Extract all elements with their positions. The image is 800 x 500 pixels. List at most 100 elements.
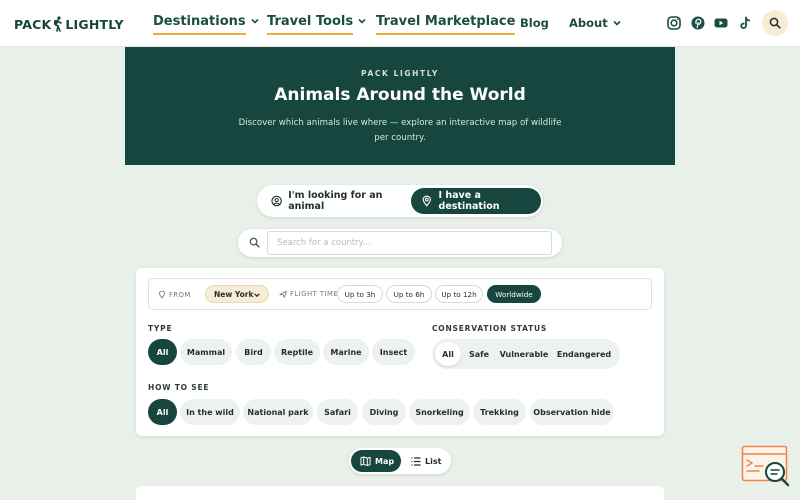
- pinterest-icon[interactable]: [690, 15, 706, 31]
- flight-time-chip-label: Up to 3h: [344, 289, 376, 299]
- mode-animal-label: I'm looking for an animal: [288, 190, 383, 212]
- chevron-down-icon: [251, 18, 259, 24]
- how-chip[interactable]: In the wild: [180, 399, 240, 425]
- type-chip-label: Bird: [244, 347, 263, 357]
- nav-travel-tools-label: Travel Tools: [267, 14, 354, 35]
- flight-time-chip-label: Worldwide: [495, 289, 533, 299]
- conservation-option-label: Vulnerable: [499, 349, 549, 359]
- how-chip[interactable]: Snorkeling: [409, 399, 470, 425]
- nav-about[interactable]: About: [569, 16, 622, 38]
- conservation-option[interactable]: Endangered: [553, 342, 615, 366]
- instagram-icon[interactable]: [666, 15, 682, 31]
- how-chip-label: Observation hide: [533, 407, 611, 417]
- mode-destination-label: I have a destination: [438, 190, 500, 212]
- how-chip-selected[interactable]: All: [148, 399, 177, 425]
- country-search-bar: [238, 229, 562, 257]
- from-city-value: New York: [214, 289, 254, 299]
- flight-time-chip-label: Up to 6h: [393, 289, 425, 299]
- nav-blog[interactable]: Blog: [520, 16, 549, 38]
- location-pin-icon: [159, 290, 165, 299]
- type-chip[interactable]: Marine: [323, 339, 369, 365]
- how-chip-label: In the wild: [186, 407, 234, 417]
- how-chip-label: Trekking: [480, 407, 519, 417]
- chevron-down-icon: [613, 20, 621, 26]
- map-view-button[interactable]: Map: [351, 450, 401, 472]
- nav-about-label: About: [569, 16, 608, 30]
- search-assistant-widget-icon[interactable]: [741, 445, 791, 489]
- flight-time-label: FLIGHT TIME: [279, 290, 338, 298]
- flight-time-chip-label: Up to 12h: [441, 289, 477, 299]
- nav-destinations-label: Destinations: [153, 14, 246, 35]
- flight-time-chip[interactable]: Up to 6h: [386, 285, 432, 303]
- how-chip-label: National park: [247, 407, 309, 417]
- flight-time-chip[interactable]: Up to 3h: [337, 285, 383, 303]
- nav-blog-label: Blog: [520, 16, 549, 30]
- site-header: PACK LIGHTLY Destinations Travel Tools T…: [0, 0, 800, 47]
- how-chip[interactable]: National park: [243, 399, 313, 425]
- type-chip[interactable]: Insect: [372, 339, 415, 365]
- type-chip-label: Marine: [330, 347, 362, 357]
- plane-icon: [279, 290, 287, 298]
- youtube-icon[interactable]: [713, 15, 729, 31]
- tiktok-icon[interactable]: [737, 15, 753, 31]
- mode-animal-option[interactable]: I'm looking for an animal: [265, 188, 413, 214]
- from-label: FROM: [158, 290, 191, 299]
- site-logo[interactable]: PACK LIGHTLY: [14, 14, 124, 34]
- type-section-title: TYPE: [148, 324, 173, 333]
- conservation-option-label: All: [442, 349, 454, 359]
- conservation-option[interactable]: Vulnerable: [497, 342, 551, 366]
- how-chip-label: All: [156, 407, 169, 417]
- how-chip[interactable]: Safari: [317, 399, 358, 425]
- list-view-label: List: [425, 456, 442, 466]
- type-chip-label: Mammal: [186, 347, 226, 357]
- type-chip[interactable]: Reptile: [274, 339, 320, 365]
- nav-destinations[interactable]: Destinations: [153, 14, 260, 36]
- conservation-option-label: Endangered: [556, 349, 612, 359]
- type-chip-label: Insect: [379, 347, 408, 357]
- location-pin-icon: [422, 195, 431, 207]
- nav-travel-marketplace-label: Travel Marketplace: [376, 14, 516, 35]
- type-chip-label: All: [156, 347, 169, 357]
- country-search-input[interactable]: [267, 231, 552, 255]
- conservation-segmented-control: All Safe Vulnerable Endangered: [432, 339, 620, 369]
- list-icon: [411, 456, 421, 466]
- how-chip-label: Diving: [369, 407, 399, 417]
- type-chip-selected[interactable]: All: [148, 339, 177, 365]
- nav-travel-tools[interactable]: Travel Tools: [267, 14, 367, 36]
- type-chip-label: Reptile: [280, 347, 314, 357]
- hero-eyebrow: PACK LIGHTLY: [361, 69, 439, 78]
- flight-time-label-text: FLIGHT TIME: [290, 290, 339, 298]
- map-icon: [360, 456, 371, 466]
- from-city-select[interactable]: New York: [205, 285, 269, 303]
- how-chip[interactable]: Trekking: [473, 399, 526, 425]
- hero-subtitle: Discover which animals live where — expl…: [238, 118, 562, 143]
- animal-icon: [271, 195, 282, 207]
- results-panel: [136, 486, 664, 500]
- filter-panel: FROM New York FLIGHT TIME Up to 3h Up to…: [136, 268, 664, 436]
- conservation-option-selected[interactable]: All: [435, 342, 461, 366]
- search-icon: [249, 237, 260, 248]
- flight-filter-bar: FROM New York FLIGHT TIME Up to 3h Up to…: [148, 278, 652, 310]
- header-search-button[interactable]: [762, 10, 788, 36]
- type-chip[interactable]: Mammal: [180, 339, 232, 365]
- conservation-option-label: Safe: [468, 349, 490, 359]
- hiker-logo-icon: [54, 16, 63, 32]
- map-view-label: Map: [375, 456, 395, 466]
- view-toggle: Map List: [349, 448, 451, 474]
- nav-travel-marketplace[interactable]: Travel Marketplace: [376, 14, 516, 36]
- flight-time-chip-selected[interactable]: Worldwide: [487, 285, 541, 303]
- hero-banner: PACK LIGHTLY Animals Around the World Di…: [125, 47, 675, 165]
- type-chip[interactable]: Bird: [236, 339, 271, 365]
- how-chip[interactable]: Diving: [362, 399, 406, 425]
- flight-time-chip[interactable]: Up to 12h: [435, 285, 483, 303]
- conservation-option[interactable]: Safe: [463, 342, 495, 366]
- how-chip[interactable]: Observation hide: [530, 399, 614, 425]
- how-to-see-section-title: HOW TO SEE: [148, 383, 210, 392]
- from-label-text: FROM: [169, 290, 191, 299]
- chevron-down-icon: [254, 293, 260, 298]
- list-view-button[interactable]: List: [405, 450, 449, 472]
- mode-destination-option[interactable]: I have a destination: [411, 188, 541, 214]
- logo-text-left: PACK: [14, 16, 52, 32]
- logo-text-right: LIGHTLY: [65, 16, 124, 32]
- page-title: Animals Around the World: [274, 85, 526, 105]
